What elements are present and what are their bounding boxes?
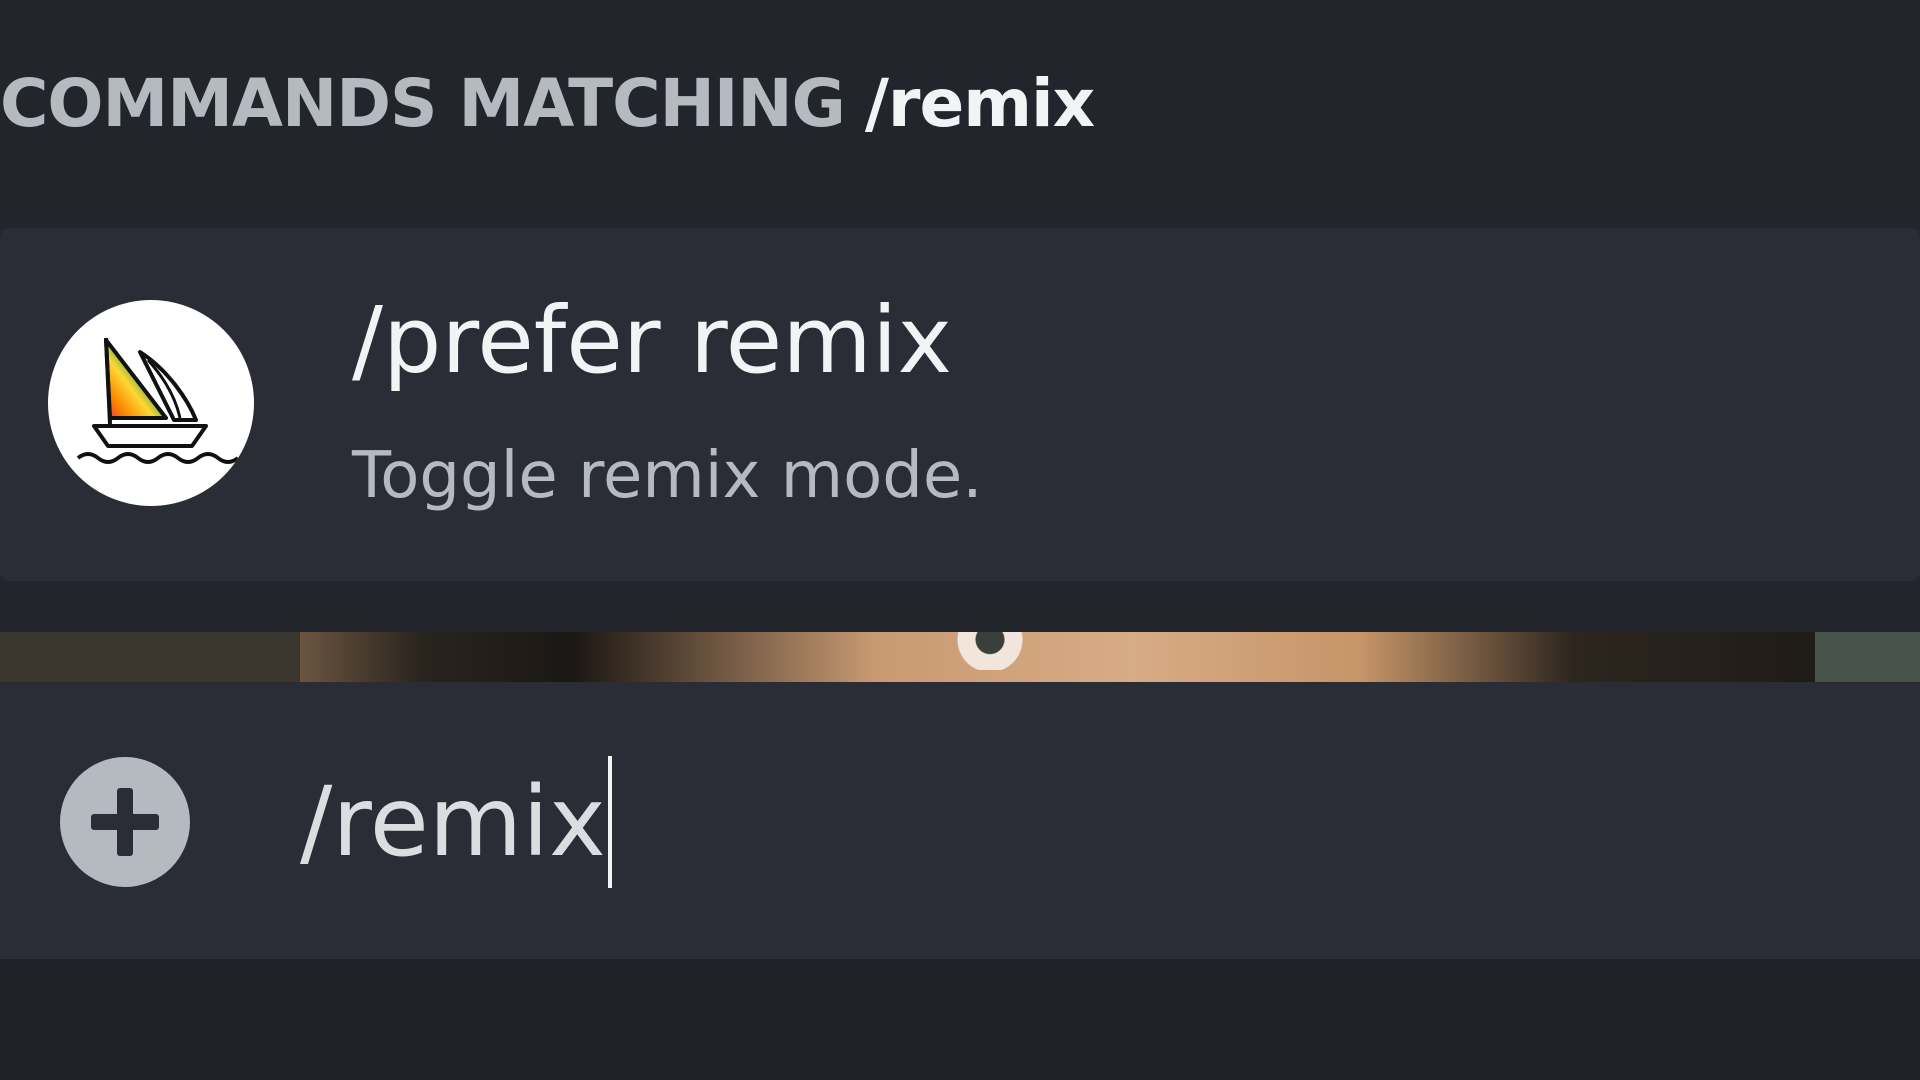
discord-chat-area: COMMANDS MATCHING /remix /prefer remix T… xyxy=(0,0,1920,1080)
command-name: /prefer remix xyxy=(352,287,952,394)
message-input[interactable]: /remix xyxy=(300,756,612,888)
bottom-background xyxy=(0,959,1920,1080)
text-caret xyxy=(607,756,612,888)
portrait-eye xyxy=(910,632,1070,670)
message-input-value: /remix xyxy=(300,766,606,878)
autocomplete-header-label: COMMANDS MATCHING xyxy=(0,64,846,142)
command-autocomplete-popup: COMMANDS MATCHING /remix /prefer remix T… xyxy=(0,0,1920,632)
autocomplete-header: COMMANDS MATCHING /remix xyxy=(0,58,1095,148)
photo-background-fragment xyxy=(1815,632,1920,682)
command-option-prefer-remix[interactable]: /prefer remix Toggle remix mode. xyxy=(0,228,1920,581)
autocomplete-header-query: /remix xyxy=(864,64,1095,142)
plus-circle-icon[interactable] xyxy=(60,757,190,887)
sailboat-rainbow-icon xyxy=(48,300,254,506)
message-composer: /remix xyxy=(0,682,1920,959)
message-image-partial xyxy=(0,632,1920,682)
command-description: Toggle remix mode. xyxy=(352,439,983,513)
